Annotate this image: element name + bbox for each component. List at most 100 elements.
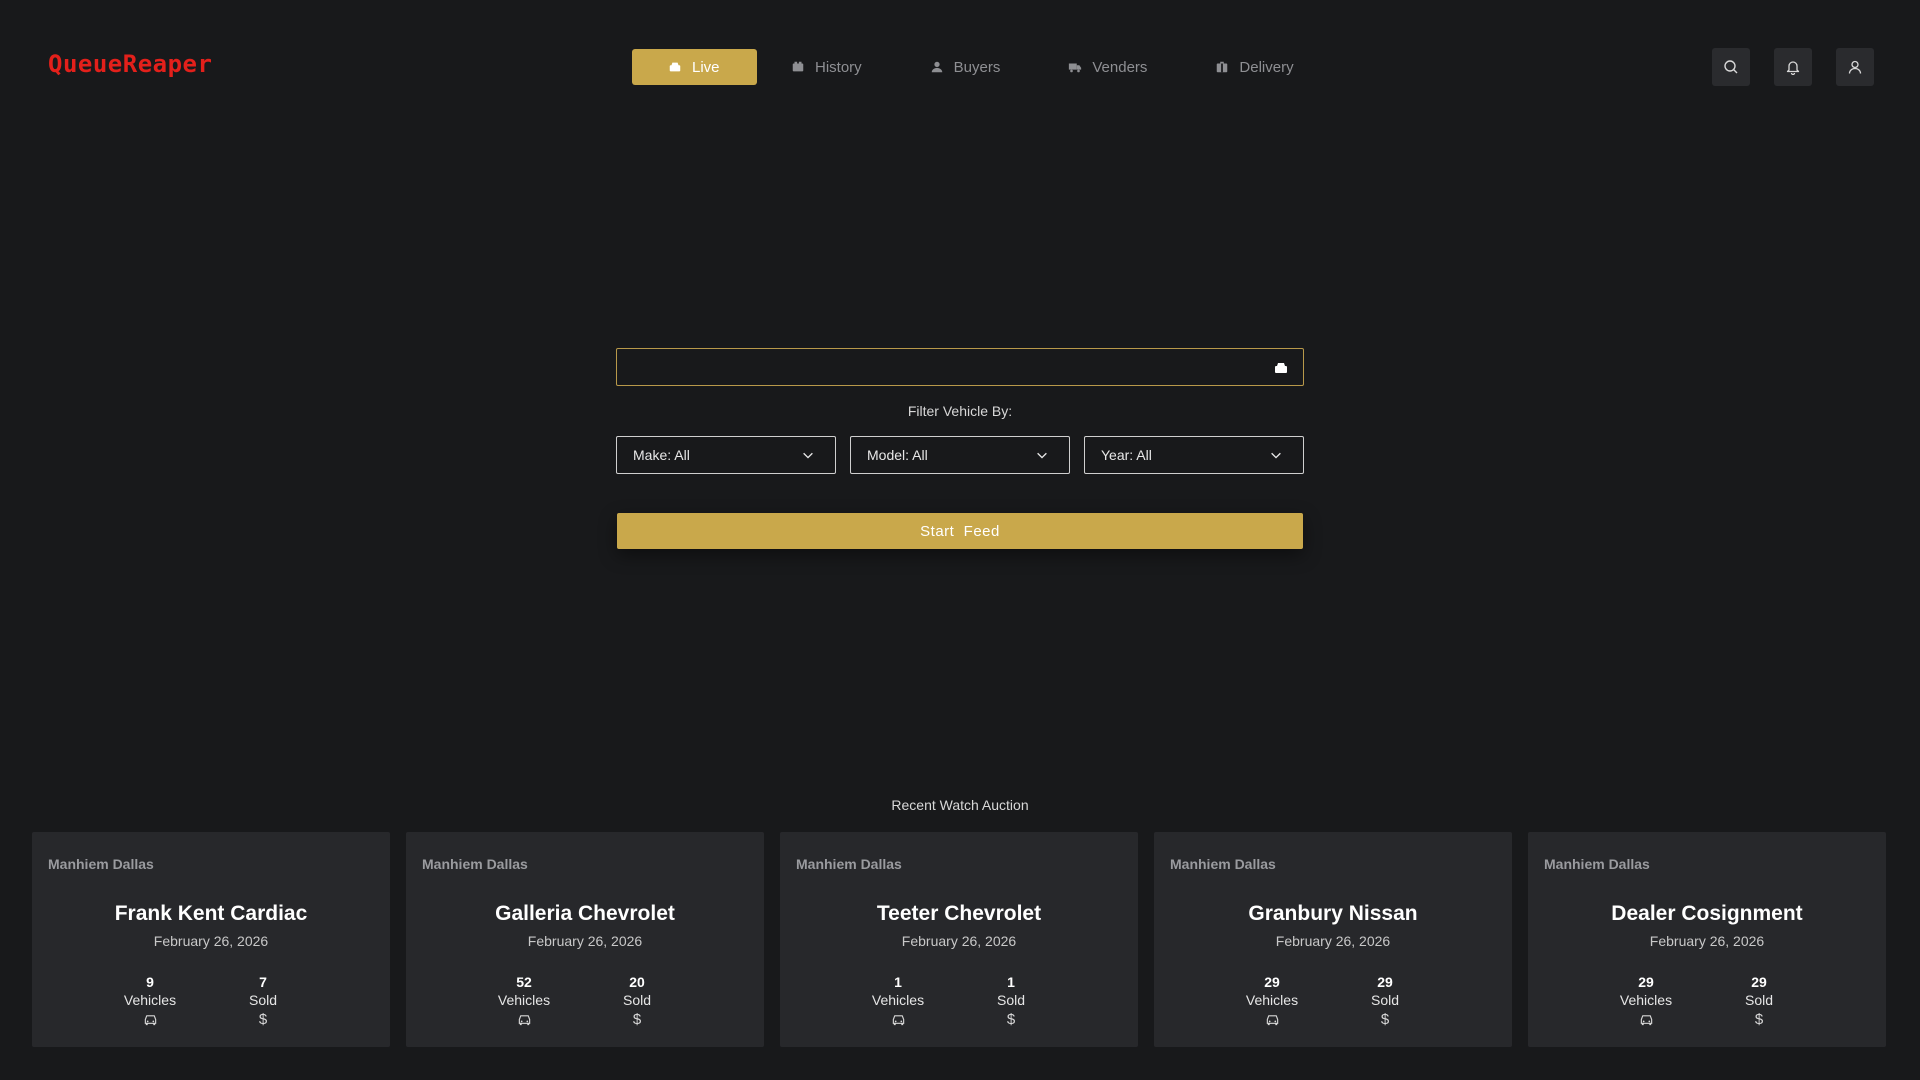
card-title: Teeter Chevrolet (876, 902, 1042, 925)
vehicles-stat: 29 Vehicles (1596, 974, 1696, 1028)
history-icon (791, 60, 805, 74)
card-location: Manhiem Dallas (48, 856, 154, 872)
nav-label-venders: Venders (1092, 58, 1148, 76)
sold-label: Sold (248, 992, 278, 1008)
make-select[interactable]: Make: All (616, 436, 836, 474)
vehicles-label: Vehicles (1245, 992, 1299, 1008)
nav-label-delivery: Delivery (1239, 58, 1294, 76)
car-icon (100, 1010, 200, 1028)
chevron-down-icon (803, 452, 813, 459)
sold-label: Sold (1744, 992, 1774, 1008)
sold-count: 29 (1751, 974, 1767, 990)
notifications-button[interactable] (1774, 48, 1812, 86)
dollar-icon: $ (258, 1010, 268, 1028)
card-date: February 26, 2026 (901, 933, 1017, 949)
sold-stat: 29 Sold $ (1709, 974, 1809, 1028)
card-location: Manhiem Dallas (1170, 856, 1276, 872)
vehicle-search[interactable] (616, 348, 1304, 386)
car-icon (1596, 1010, 1696, 1028)
car-icon (1275, 363, 1287, 373)
model-select[interactable]: Model: All (850, 436, 1070, 474)
card-location: Manhiem Dallas (796, 856, 902, 872)
sold-stat: 1 Sold $ (961, 974, 1061, 1028)
nav-item-venders[interactable]: Venders (1034, 49, 1181, 85)
dollar-icon: $ (1380, 1010, 1390, 1028)
vehicles-count: 9 (146, 974, 154, 990)
card-title: Frank Kent Cardiac (114, 902, 308, 925)
dollar-icon: $ (632, 1010, 642, 1028)
main-nav: Live History Buyers Venders Delivery (632, 49, 1328, 85)
header: QueueReaper Live History Buyers Venders … (0, 0, 1920, 134)
vehicles-stat: 1 Vehicles (848, 974, 948, 1028)
vehicles-label: Vehicles (1619, 992, 1673, 1008)
card-date: February 26, 2026 (1649, 933, 1765, 949)
year-select-value: Year: All (1101, 447, 1152, 463)
vehicles-count: 52 (516, 974, 532, 990)
dollar-icon: $ (1006, 1010, 1016, 1028)
vehicles-stat: 29 Vehicles (1222, 974, 1322, 1028)
profile-button[interactable] (1836, 48, 1874, 86)
card-location: Manhiem Dallas (422, 856, 528, 872)
chevron-down-icon (1271, 452, 1281, 459)
sold-label: Sold (1370, 992, 1400, 1008)
car-icon (848, 1010, 948, 1028)
vehicles-count: 1 (894, 974, 902, 990)
auction-card[interactable]: Manhiem Dallas Granbury Nissan February … (1154, 832, 1512, 1047)
year-select[interactable]: Year: All (1084, 436, 1304, 474)
auction-card[interactable]: Manhiem Dallas Frank Kent Cardiac Februa… (32, 832, 390, 1047)
vehicles-stat: 52 Vehicles (474, 974, 574, 1028)
car-icon (1222, 1010, 1322, 1028)
auction-card[interactable]: Manhiem Dallas Dealer Cosignment Februar… (1528, 832, 1886, 1047)
sold-label: Sold (622, 992, 652, 1008)
nav-label-buyers: Buyers (953, 58, 1001, 76)
chevron-down-icon (1037, 452, 1047, 459)
bell-icon (1786, 61, 1800, 75)
start-feed-button[interactable]: Start Feed (617, 513, 1303, 549)
search-button[interactable] (1712, 48, 1750, 86)
recent-auction-cards: Manhiem Dallas Frank Kent Cardiac Februa… (32, 832, 1886, 1047)
car-icon (474, 1010, 574, 1028)
auction-card[interactable]: Manhiem Dallas Teeter Chevrolet February… (780, 832, 1138, 1047)
car-icon (668, 60, 682, 74)
vehicles-label: Vehicles (497, 992, 551, 1008)
app-logo[interactable]: QueueReaper (48, 50, 212, 78)
model-select-value: Model: All (867, 447, 928, 463)
nav-item-history[interactable]: History (757, 49, 896, 85)
search-input[interactable] (617, 349, 1303, 385)
sold-stat: 29 Sold $ (1335, 974, 1435, 1028)
app-root: QueueReaper Live History Buyers Venders … (0, 0, 1920, 1080)
auction-card[interactable]: Manhiem Dallas Galleria Chevrolet Februa… (406, 832, 764, 1047)
card-date: February 26, 2026 (527, 933, 643, 949)
card-title: Dealer Cosignment (1611, 902, 1803, 925)
truck-icon (1068, 60, 1082, 74)
vehicles-count: 29 (1264, 974, 1280, 990)
sold-count: 29 (1377, 974, 1393, 990)
vehicles-count: 29 (1638, 974, 1654, 990)
search-icon (1724, 60, 1738, 74)
package-icon (1215, 60, 1229, 74)
filter-label: Filter Vehicle By: (907, 403, 1013, 419)
dollar-icon: $ (1754, 1010, 1764, 1028)
sold-count: 1 (1007, 974, 1015, 990)
sold-stat: 7 Sold $ (213, 974, 313, 1028)
card-title: Granbury Nissan (1248, 902, 1418, 925)
card-date: February 26, 2026 (1275, 933, 1391, 949)
nav-item-buyers[interactable]: Buyers (896, 49, 1035, 85)
sold-label: Sold (996, 992, 1026, 1008)
card-title: Galleria Chevrolet (495, 902, 675, 925)
vehicles-label: Vehicles (123, 992, 177, 1008)
user-icon (930, 60, 944, 74)
make-select-value: Make: All (633, 447, 690, 463)
nav-label-live: Live (692, 58, 720, 76)
nav-item-delivery[interactable]: Delivery (1181, 49, 1327, 85)
recent-section-title: Recent Watch Auction (891, 797, 1029, 813)
sold-count: 7 (259, 974, 267, 990)
sold-stat: 20 Sold $ (587, 974, 687, 1028)
card-location: Manhiem Dallas (1544, 856, 1650, 872)
vehicles-stat: 9 Vehicles (100, 974, 200, 1028)
vehicles-label: Vehicles (871, 992, 925, 1008)
nav-label-history: History (815, 58, 862, 76)
nav-item-live[interactable]: Live (632, 49, 757, 85)
profile-icon (1848, 60, 1862, 74)
card-date: February 26, 2026 (153, 933, 269, 949)
